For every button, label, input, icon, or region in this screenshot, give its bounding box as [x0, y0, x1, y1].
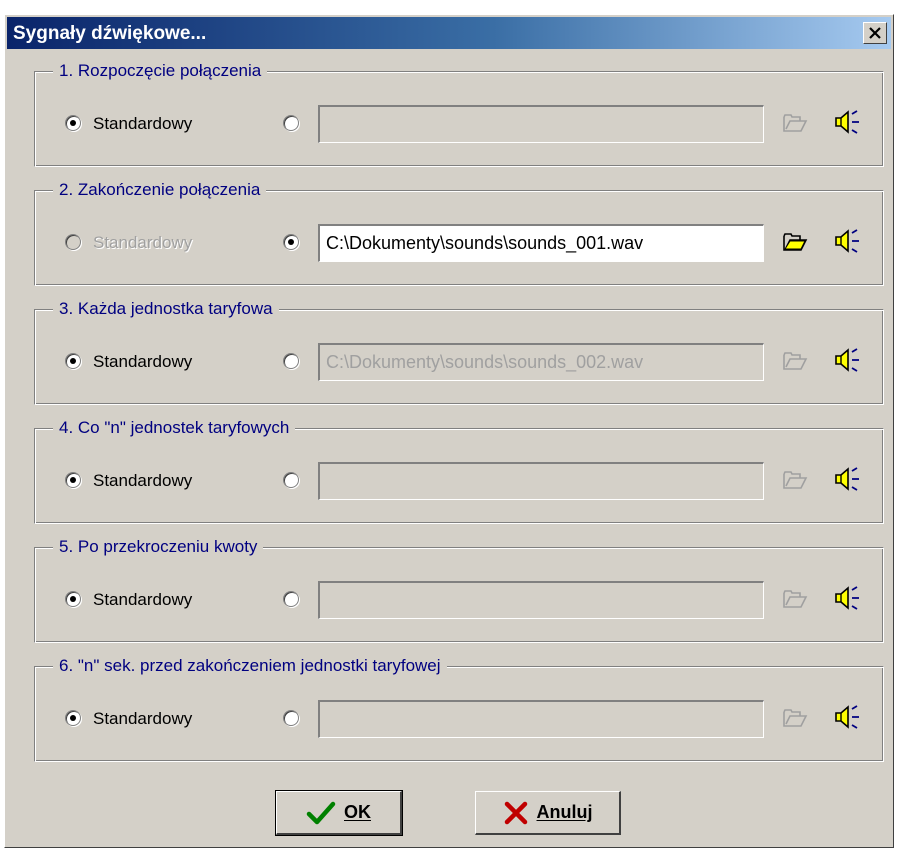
folder-open-icon [783, 471, 808, 489]
group-title: 5. Po przekroczeniu kwoty [53, 535, 264, 559]
cancel-button[interactable]: Anuluj [475, 791, 621, 835]
speaker-icon [835, 705, 859, 729]
standard-label[interactable]: Standardowy [93, 233, 192, 253]
ok-label: OK [344, 802, 371, 822]
browse-folder-button[interactable] [780, 705, 810, 731]
folder-open-icon [783, 233, 808, 251]
speaker-icon [835, 348, 859, 372]
group-title: 3. Każda jednostka taryfowa [53, 297, 279, 321]
browse-folder-button[interactable] [780, 229, 810, 255]
folder-open-icon [783, 709, 808, 727]
folder-open-icon [783, 352, 808, 370]
standard-radio[interactable] [65, 472, 81, 488]
group-title: 6. "n" sek. przed zakończeniem jednostki… [53, 654, 447, 678]
group-4: 4. Co "n" jednostek taryfowych Standardow… [34, 416, 884, 524]
standard-radio[interactable] [65, 353, 81, 369]
standard-radio[interactable] [65, 710, 81, 726]
group-1: 1. Rozpoczęcie połączenia Standardowy [34, 59, 884, 167]
group-title: 1. Rozpoczęcie połączenia [53, 59, 268, 83]
standard-label[interactable]: Standardowy [93, 114, 192, 134]
group-5: 5. Po przekroczeniu kwoty Standardowy [34, 535, 884, 643]
speaker-icon [835, 110, 859, 134]
dialog-title: Sygnały dźwiękowe... [13, 23, 207, 44]
group-6: 6. "n" sek. przed zakończeniem jednostki… [34, 654, 884, 762]
browse-folder-button[interactable] [780, 467, 810, 493]
file-path-input[interactable] [318, 224, 764, 262]
file-radio[interactable] [283, 591, 299, 607]
play-sound-button[interactable] [832, 109, 862, 135]
standard-radio[interactable] [65, 591, 81, 607]
folder-open-icon [783, 114, 808, 132]
file-path-input[interactable] [318, 700, 764, 738]
play-sound-button[interactable] [832, 585, 862, 611]
play-sound-button[interactable] [832, 466, 862, 492]
browse-folder-button[interactable] [780, 586, 810, 612]
file-radio[interactable] [283, 115, 299, 131]
ok-button[interactable]: OK [275, 790, 403, 836]
speaker-icon [835, 467, 859, 491]
standard-label[interactable]: Standardowy [93, 709, 192, 729]
x-icon [504, 801, 527, 824]
sound-signals-dialog: Sygnały dźwiękowe... 1. Rozpoczęcie połą… [4, 14, 894, 848]
file-path-input[interactable] [318, 343, 764, 381]
cancel-label: Anuluj [536, 802, 593, 822]
standard-label[interactable]: Standardowy [93, 590, 192, 610]
play-sound-button[interactable] [832, 228, 862, 254]
speaker-icon [835, 229, 859, 253]
close-button[interactable] [863, 22, 887, 44]
speaker-icon [835, 586, 859, 610]
title-bar: Sygnały dźwiękowe... [7, 17, 891, 49]
group-title: 4. Co "n" jednostek taryfowych [53, 416, 296, 440]
browse-folder-button[interactable] [780, 110, 810, 136]
browse-folder-button[interactable] [780, 348, 810, 374]
file-radio[interactable] [283, 472, 299, 488]
standard-label[interactable]: Standardowy [93, 471, 192, 491]
file-radio[interactable] [283, 353, 299, 369]
standard-radio[interactable] [65, 115, 81, 131]
file-path-input[interactable] [318, 105, 764, 143]
group-3: 3. Każda jednostka taryfowa Standardowy [34, 297, 884, 405]
standard-label[interactable]: Standardowy [93, 352, 192, 372]
group-2: 2. Zakończenie połączenia Standardowy [34, 178, 884, 286]
file-path-input[interactable] [318, 462, 764, 500]
checkmark-icon [306, 801, 336, 824]
file-radio[interactable] [283, 234, 299, 250]
standard-radio[interactable] [65, 234, 81, 250]
file-radio[interactable] [283, 710, 299, 726]
folder-open-icon [783, 590, 808, 608]
group-title: 2. Zakończenie połączenia [53, 178, 267, 202]
file-path-input[interactable] [318, 581, 764, 619]
play-sound-button[interactable] [832, 347, 862, 373]
close-icon [869, 27, 881, 39]
play-sound-button[interactable] [832, 704, 862, 730]
